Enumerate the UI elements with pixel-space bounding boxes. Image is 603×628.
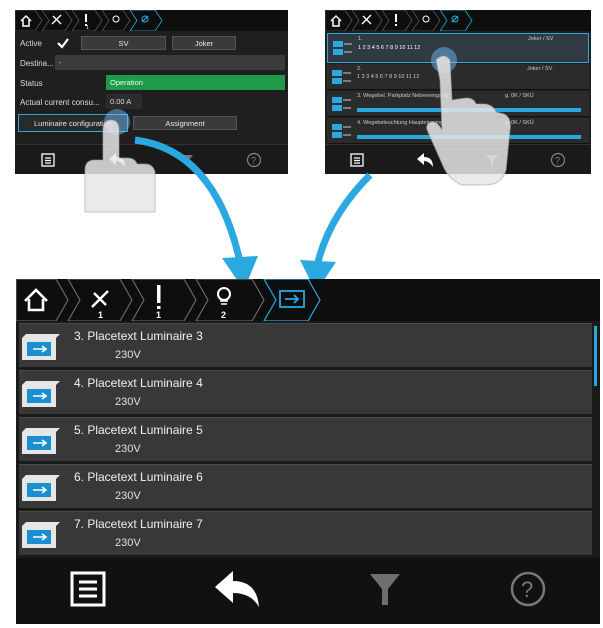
crumb-count: 1: [98, 310, 103, 320]
bottom-toolbar: ?: [16, 558, 600, 624]
list-item-voltage: 230V: [115, 396, 141, 408]
exit-sign-icon: [22, 428, 60, 454]
list-item[interactable]: 3. Placetext Luminaire 3 230V: [19, 323, 592, 367]
list-item[interactable]: 6. Placetext Luminaire 6 230V: [19, 464, 592, 508]
exit-sign-icon: [22, 475, 60, 501]
list-item-voltage: 230V: [115, 349, 141, 361]
list-item-title: 4. Placetext Luminaire 4: [74, 376, 203, 390]
list-item-title: 7. Placetext Luminaire 7: [74, 517, 203, 531]
list-item-voltage: 230V: [115, 537, 141, 549]
luminaire-main-panel: 1 1 2 3. Placetext Luminaire 3 230V 4. P…: [16, 279, 600, 624]
help-icon[interactable]: ?: [509, 570, 547, 608]
scrollbar[interactable]: [594, 326, 597, 386]
list-item-voltage: 230V: [115, 443, 141, 455]
list-item-title: 6. Placetext Luminaire 6: [74, 470, 203, 484]
list-item-voltage: 230V: [115, 490, 141, 502]
exit-sign-icon: [22, 522, 60, 548]
list-item[interactable]: 5. Placetext Luminaire 5 230V: [19, 417, 592, 461]
exit-sign-icon: [22, 381, 60, 407]
filter-icon[interactable]: [368, 571, 402, 607]
arrow-right: [314, 172, 373, 263]
exclamation-icon: [157, 285, 161, 303]
list-icon[interactable]: [70, 571, 106, 607]
list-item-title: 5. Placetext Luminaire 5: [74, 423, 203, 437]
exit-sign-icon: [22, 334, 60, 360]
crumb-count: 2: [221, 310, 226, 320]
svg-text:?: ?: [521, 577, 533, 602]
list-item[interactable]: 4. Placetext Luminaire 4 230V: [19, 370, 592, 414]
breadcrumb: 1 1 2: [16, 279, 600, 321]
list-item[interactable]: 7. Placetext Luminaire 7 230V: [19, 511, 592, 555]
arrow-left: [134, 136, 244, 263]
list-item-title: 3. Placetext Luminaire 3: [74, 329, 203, 343]
crumb-count: 1: [156, 310, 161, 320]
back-arrow-icon[interactable]: [213, 569, 261, 609]
breadcrumb-bar: 1 1 2: [16, 279, 321, 321]
